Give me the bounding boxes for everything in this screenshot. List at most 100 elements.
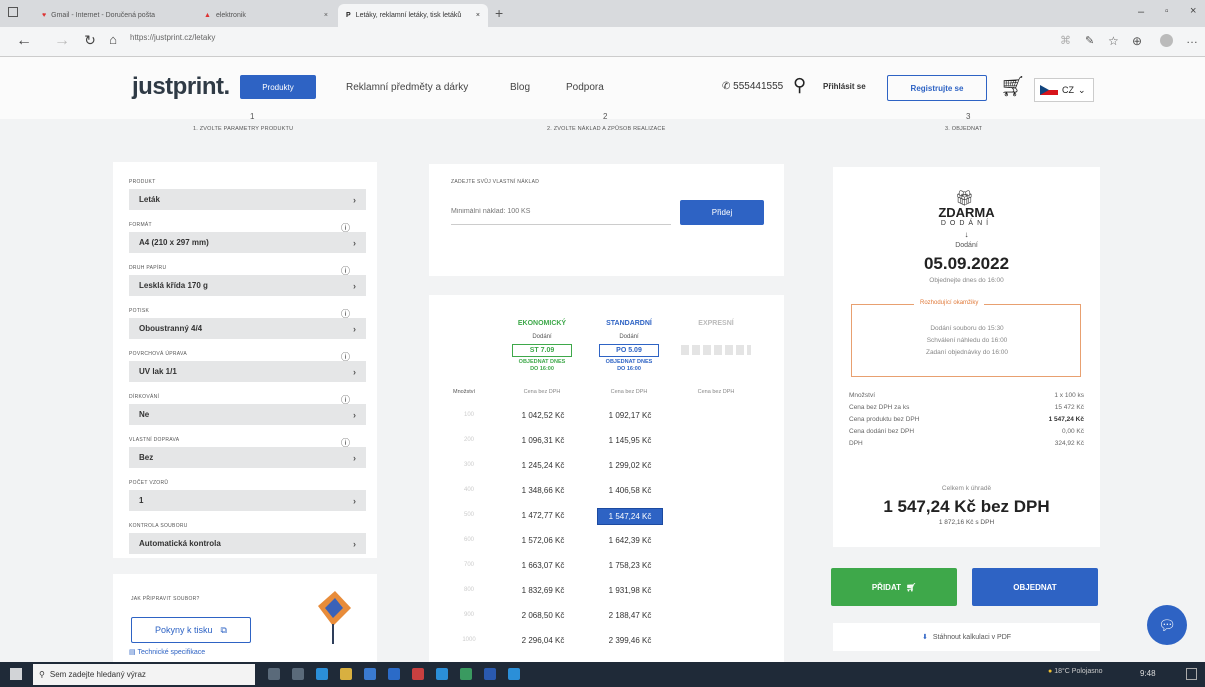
- chevron-right-icon: ›: [353, 194, 356, 205]
- mail-icon[interactable]: [388, 668, 400, 680]
- price-economy[interactable]: 1 663,07 Kč: [510, 561, 576, 570]
- pricing-column-title[interactable]: EKONOMICKÝ: [507, 320, 577, 327]
- favorites-icon[interactable]: ☆: [1108, 34, 1119, 48]
- reload-icon[interactable]: ↻: [80, 32, 100, 49]
- custom-qty-input[interactable]: [451, 199, 671, 225]
- tab-actions-icon[interactable]: [8, 7, 18, 17]
- weather-widget[interactable]: ● 18°C Polojasno: [1048, 668, 1103, 675]
- price-standard[interactable]: 1 145,95 Kč: [597, 436, 663, 445]
- nav-blog[interactable]: Blog: [510, 82, 530, 93]
- app-icon[interactable]: [484, 668, 496, 680]
- profile-avatar[interactable]: [1160, 34, 1173, 47]
- browser-tab-elektronik[interactable]: ▲ elektronik ×: [196, 4, 336, 27]
- field-value: Oboustranný 4/4: [139, 324, 203, 333]
- deadline-item: Zadaní objednávky do 16:00: [925, 349, 1009, 356]
- pricing-delivery-date[interactable]: ST 7.09: [512, 344, 572, 357]
- price-economy[interactable]: 1 042,52 Kč: [510, 411, 576, 420]
- price-standard[interactable]: 1 931,98 Kč: [597, 586, 663, 595]
- windows-start-icon[interactable]: [10, 668, 22, 680]
- external-link-icon: ⧉: [220, 624, 227, 635]
- print-guide-button[interactable]: Pokyny k tisku ⧉: [131, 617, 251, 643]
- pricing-delivery-date[interactable]: PO 5.09: [599, 344, 659, 357]
- price-economy[interactable]: 1 472,77 Kč: [510, 511, 576, 520]
- extensions-icon[interactable]: ✎: [1085, 34, 1094, 47]
- file-explorer-icon[interactable]: [340, 668, 352, 680]
- pricing-column-title[interactable]: EXPRESNÍ: [681, 320, 751, 327]
- home-icon[interactable]: ⌂: [103, 32, 123, 47]
- site-logo[interactable]: justprint.: [132, 73, 230, 101]
- price-economy[interactable]: 1 096,31 Kč: [510, 436, 576, 445]
- browser-tab-justprint[interactable]: P Letáky, reklamní letáky, tisk letáků ×: [338, 4, 488, 27]
- pricing-column-title[interactable]: STANDARDNÍ: [594, 320, 664, 327]
- field-select[interactable]: Bez ›: [129, 447, 366, 468]
- summary-row-value: 324,92 Kč: [1054, 440, 1084, 447]
- price-standard[interactable]: 2 188,47 Kč: [597, 611, 663, 620]
- price-standard[interactable]: 2 399,46 Kč: [597, 636, 663, 645]
- price-economy[interactable]: 1 572,06 Kč: [510, 536, 576, 545]
- url-field[interactable]: https://justprint.cz/letaky: [130, 33, 215, 42]
- price-standard[interactable]: 1 406,58 Kč: [597, 486, 663, 495]
- notifications-icon[interactable]: [1186, 668, 1197, 680]
- taskbar-search[interactable]: ⚲ Sem zadejte hledaný výraz: [33, 664, 255, 685]
- price-economy[interactable]: 1 348,66 Kč: [510, 486, 576, 495]
- field-select[interactable]: Automatická kontrola ›: [129, 533, 366, 554]
- add-to-cart-button[interactable]: PŘIDAT 🛒︎: [831, 568, 957, 606]
- price-economy[interactable]: 1 245,24 Kč: [510, 461, 576, 470]
- browser-tab-gmail[interactable]: ♥ Gmail - Internet - Doručená pošta: [34, 4, 194, 27]
- summary-row-value: 15 472 Kč: [1054, 404, 1084, 411]
- language-selector[interactable]: CZ ⌄: [1034, 78, 1094, 102]
- tab-close-icon[interactable]: ×: [476, 12, 480, 19]
- chat-icon[interactable]: 💬︎: [1147, 605, 1187, 645]
- field-select[interactable]: A4 (210 x 297 mm) ›: [129, 232, 366, 253]
- minimize-icon[interactable]: –: [1138, 6, 1144, 18]
- more-icon[interactable]: …: [1186, 32, 1198, 46]
- field-select[interactable]: Lesklá křída 170 g ›: [129, 275, 366, 296]
- app-icon[interactable]: [436, 668, 448, 680]
- app-icon[interactable]: [460, 668, 472, 680]
- field-select[interactable]: Leták ›: [129, 189, 366, 210]
- quantity-value: 200: [463, 437, 474, 443]
- phone-text: 555441555: [733, 81, 784, 92]
- app-icon[interactable]: [508, 668, 520, 680]
- back-icon[interactable]: ←: [14, 32, 34, 50]
- phone-number[interactable]: ✆ 555441555: [722, 81, 783, 92]
- field-value: Lesklá křída 170 g: [139, 281, 208, 290]
- field-select[interactable]: Oboustranný 4/4 ›: [129, 318, 366, 339]
- forward-icon[interactable]: →: [52, 32, 72, 50]
- nav-promo-items[interactable]: Reklamní předměty a dárky: [346, 82, 468, 93]
- price-economy[interactable]: 2 068,50 Kč: [510, 611, 576, 620]
- price-standard-selected[interactable]: 1 547,24 Kč: [597, 508, 663, 525]
- order-button[interactable]: OBJEDNAT: [972, 568, 1098, 606]
- field-value: Bez: [139, 453, 154, 462]
- price-economy[interactable]: 2 296,04 Kč: [510, 636, 576, 645]
- price-economy[interactable]: 1 832,69 Kč: [510, 586, 576, 595]
- price-standard[interactable]: 1 299,02 Kč: [597, 461, 663, 470]
- field-select[interactable]: Ne ›: [129, 404, 366, 425]
- collections-icon[interactable]: ⊕: [1132, 34, 1142, 48]
- reader-icon[interactable]: ⌘: [1060, 34, 1071, 47]
- price-standard[interactable]: 1 092,17 Kč: [597, 411, 663, 420]
- register-button[interactable]: Registrujte se: [887, 75, 987, 101]
- tech-specs-link[interactable]: ▤ Technické specifikace: [129, 648, 205, 656]
- cart-icon[interactable]: 🛒︎: [1000, 74, 1025, 99]
- maximize-icon[interactable]: ▫: [1165, 6, 1169, 17]
- download-pdf-link[interactable]: ⬇ Stáhnout kalkulaci v PDF: [833, 623, 1100, 651]
- store-icon[interactable]: [364, 668, 376, 680]
- price-standard[interactable]: 1 642,39 Kč: [597, 536, 663, 545]
- close-window-icon[interactable]: ×: [1190, 5, 1196, 17]
- chrome-icon[interactable]: [412, 668, 424, 680]
- cart-icon: 🛒︎: [906, 582, 917, 592]
- task-view-icon[interactable]: [268, 668, 280, 680]
- edge-icon[interactable]: [316, 668, 328, 680]
- add-quantity-button[interactable]: Přidej: [680, 200, 764, 225]
- search-icon[interactable]: ⚲: [793, 75, 806, 96]
- field-select[interactable]: UV lak 1/1 ›: [129, 361, 366, 382]
- tab-close-icon[interactable]: ×: [324, 12, 328, 19]
- nav-support[interactable]: Podpora: [566, 82, 604, 93]
- login-link[interactable]: Přihlásit se: [823, 82, 866, 91]
- price-standard[interactable]: 1 758,23 Kč: [597, 561, 663, 570]
- new-tab-icon[interactable]: +: [495, 5, 503, 21]
- products-button[interactable]: Produkty: [240, 75, 316, 99]
- widgets-icon[interactable]: [292, 668, 304, 680]
- field-select[interactable]: 1 ›: [129, 490, 366, 511]
